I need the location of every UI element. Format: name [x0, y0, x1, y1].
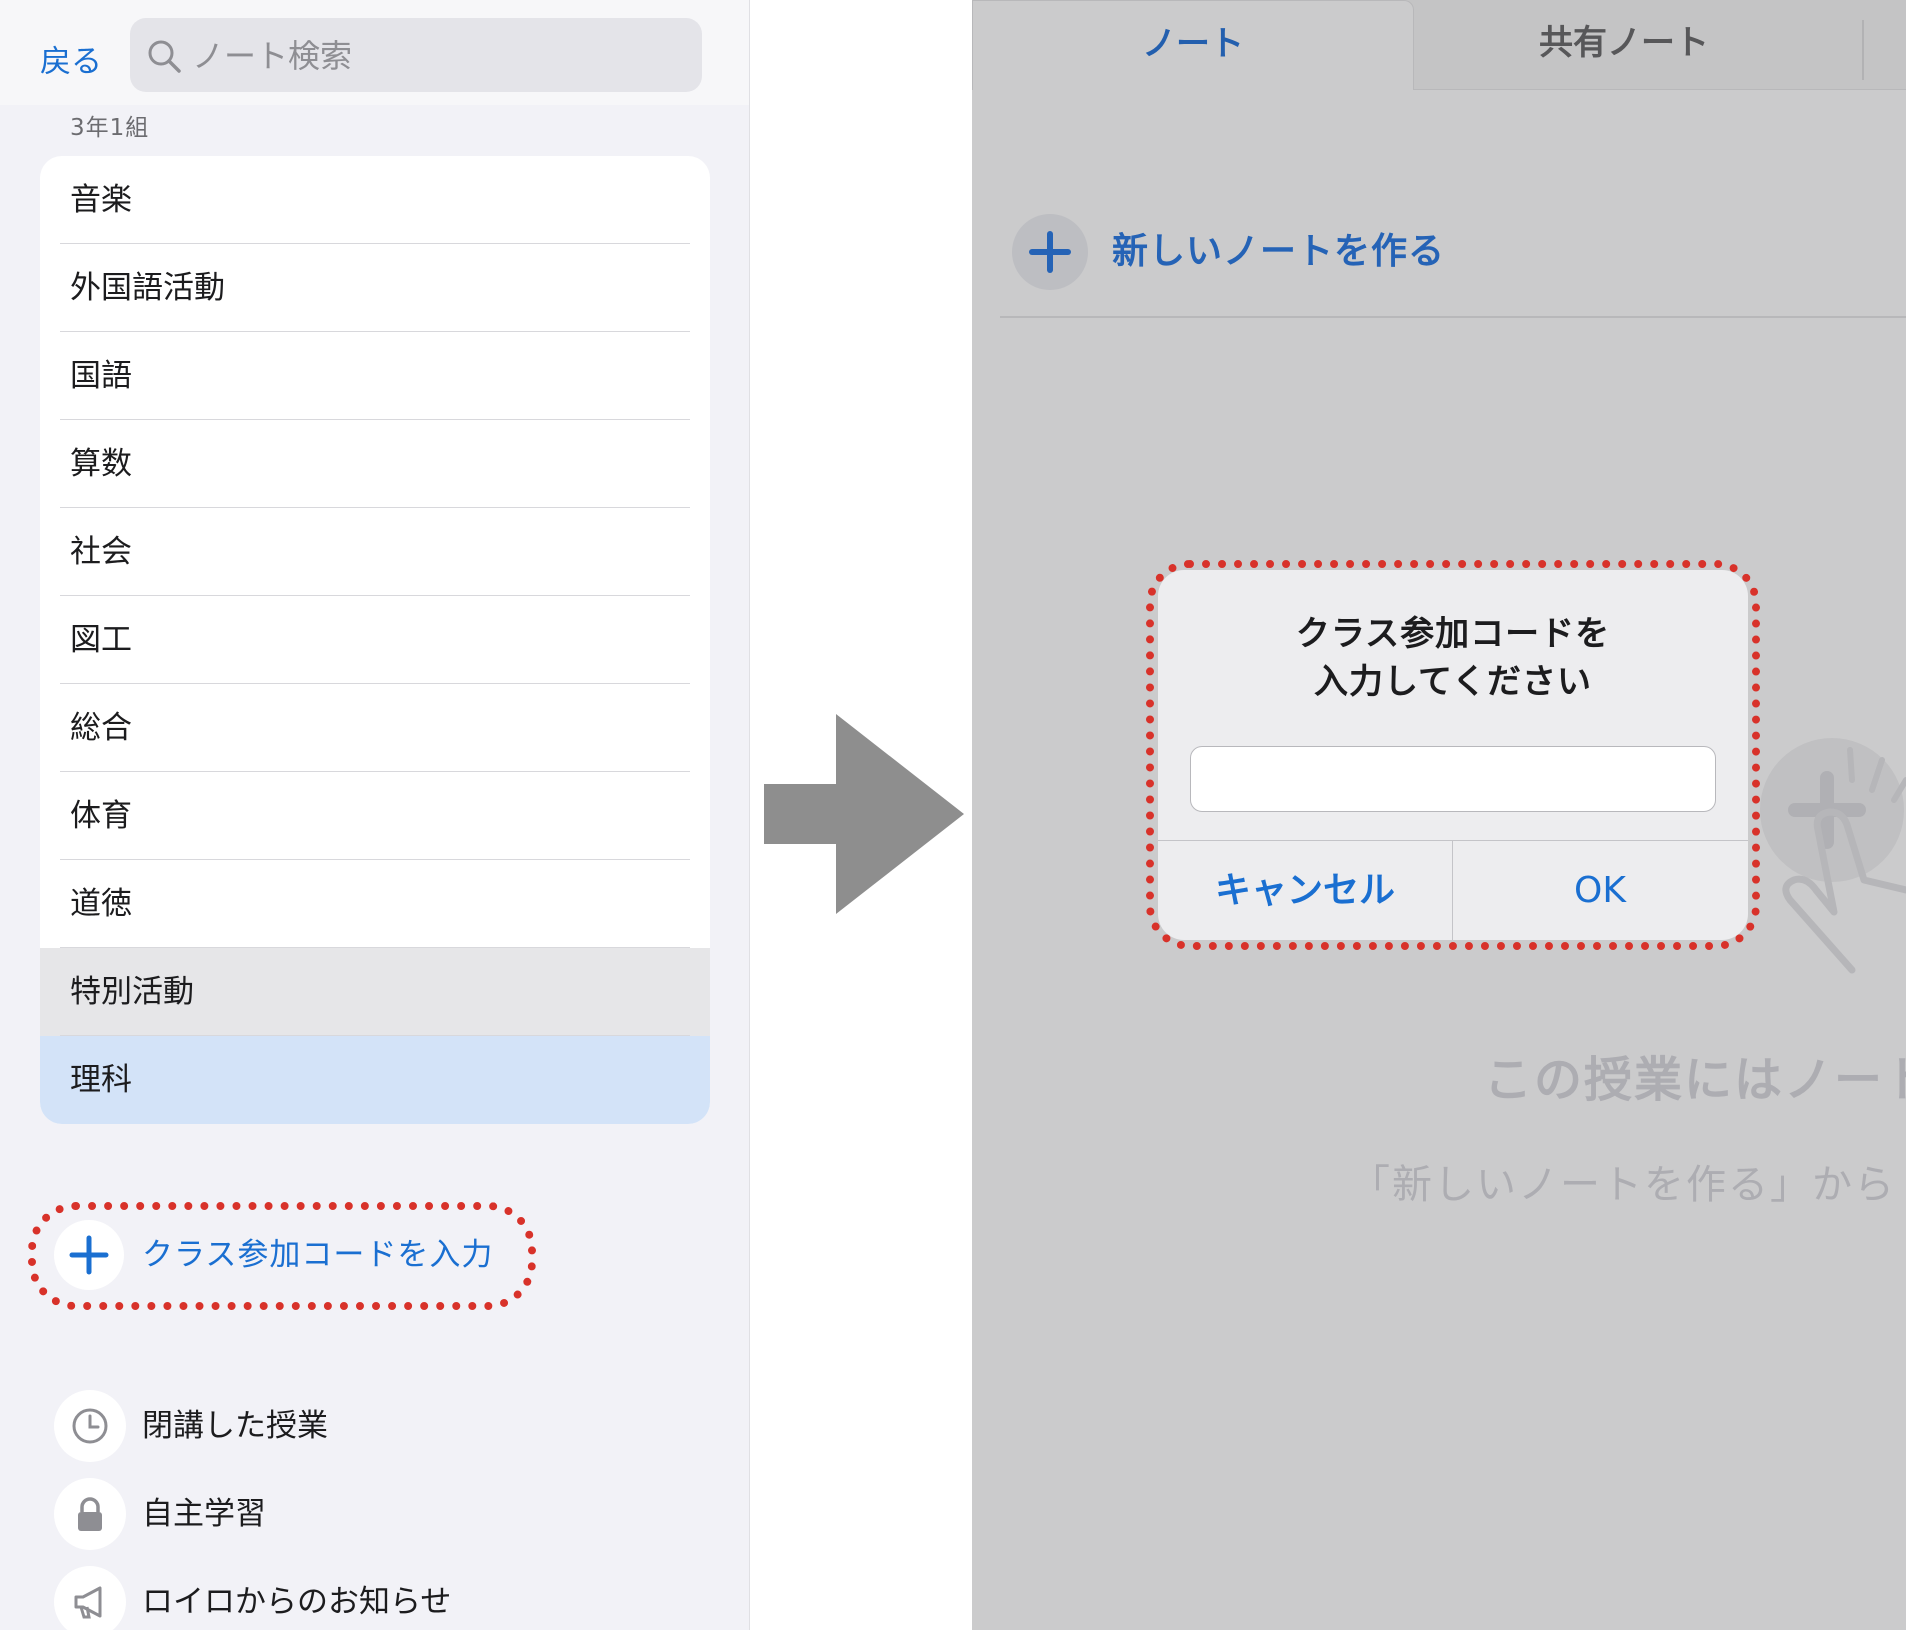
subject-label: 総合 — [70, 710, 132, 746]
class-section-label: 3年1組 — [70, 115, 150, 141]
tab-notes[interactable]: ノート — [972, 0, 1414, 90]
subject-label: 社会 — [70, 534, 132, 570]
lock-icon — [54, 1478, 126, 1550]
subject-row[interactable]: 総合 — [40, 684, 710, 772]
class-code-input[interactable] — [1190, 746, 1716, 812]
join-class-code-button[interactable]: クラス参加コードを入力 — [40, 1210, 520, 1300]
search-input[interactable] — [190, 18, 684, 94]
arrow-right-icon — [764, 714, 964, 914]
dialog-title-line: クラス参加コードを — [1295, 614, 1611, 654]
divider — [1000, 316, 1906, 318]
tab-divider — [1862, 20, 1864, 80]
empty-state-title: この授業にはノート — [1484, 1052, 1906, 1108]
tap-hand-icon — [1760, 738, 1906, 974]
tab-shared-notes[interactable]: 共有ノート — [1414, 0, 1834, 90]
subject-label: 外国語活動 — [70, 270, 225, 306]
menu-item-label: ロイロからのお知らせ — [142, 1584, 452, 1620]
subject-row[interactable]: 算数 — [40, 420, 710, 508]
subject-row[interactable]: 外国語活動 — [40, 244, 710, 332]
tab-bar-remainder — [1834, 0, 1906, 90]
subject-label: 算数 — [70, 446, 132, 482]
new-note-label: 新しいノートを作る — [1112, 231, 1446, 272]
ok-button[interactable]: OK — [1453, 841, 1747, 940]
join-code-dialog: クラス参加コードを 入力してください キャンセル OK — [1158, 570, 1748, 940]
subject-row[interactable]: 図工 — [40, 596, 710, 684]
plus-icon — [54, 1220, 124, 1290]
subject-label: 道徳 — [70, 886, 132, 922]
subject-row[interactable]: 体育 — [40, 772, 710, 860]
search-bar[interactable] — [130, 18, 702, 94]
subject-label: 体育 — [70, 798, 132, 834]
subject-label: 国語 — [70, 358, 132, 394]
dialog-title: クラス参加コードを 入力してください — [1158, 610, 1748, 706]
subject-row[interactable]: 社会 — [40, 508, 710, 596]
subject-row[interactable]: 国語 — [40, 332, 710, 420]
new-note-button[interactable]: 新しいノートを作る — [1012, 212, 1512, 292]
clock-icon — [54, 1390, 126, 1462]
subject-row[interactable]: 道徳 — [40, 860, 710, 948]
back-button[interactable]: 戻る — [40, 36, 102, 81]
menu-item-self-study[interactable]: 自主学習 — [54, 1478, 654, 1554]
plus-icon — [1012, 214, 1088, 290]
subject-list: 音楽 外国語活動 国語 算数 社会 図工 総合 体育 道徳 特別活動 理科 — [40, 156, 710, 1124]
menu-item-label: 自主学習 — [142, 1496, 266, 1532]
subject-label: 図工 — [70, 622, 132, 658]
dialog-title-line: 入力してください — [1314, 662, 1592, 702]
subject-row[interactable]: 音楽 — [40, 156, 710, 244]
sidebar-header: 戻る — [0, 0, 749, 105]
megaphone-icon — [54, 1566, 126, 1630]
class-sidebar: 戻る 3年1組 音楽 外国語活動 国語 算数 社会 図工 総合 体育 道徳 特別… — [0, 0, 750, 1630]
search-icon — [148, 40, 181, 73]
empty-state-subtitle: 「新しいノートを作る」から — [1350, 1162, 1896, 1208]
subject-label: 音楽 — [70, 182, 132, 218]
subject-row-pressed[interactable]: 特別活動 — [40, 948, 710, 1036]
tab-bar: ノート 共有ノート — [972, 0, 1906, 90]
subject-label: 特別活動 — [70, 974, 194, 1010]
join-class-code-label: クラス参加コードを入力 — [142, 1237, 494, 1273]
menu-item-closed-classes[interactable]: 閉講した授業 — [54, 1390, 654, 1466]
cancel-button[interactable]: キャンセル — [1158, 841, 1452, 940]
menu-item-announcements[interactable]: ロイロからのお知らせ — [54, 1566, 654, 1630]
subject-label: 理科 — [70, 1062, 132, 1098]
menu-item-label: 閉講した授業 — [142, 1408, 328, 1444]
subject-row-selected[interactable]: 理科 — [40, 1036, 710, 1124]
